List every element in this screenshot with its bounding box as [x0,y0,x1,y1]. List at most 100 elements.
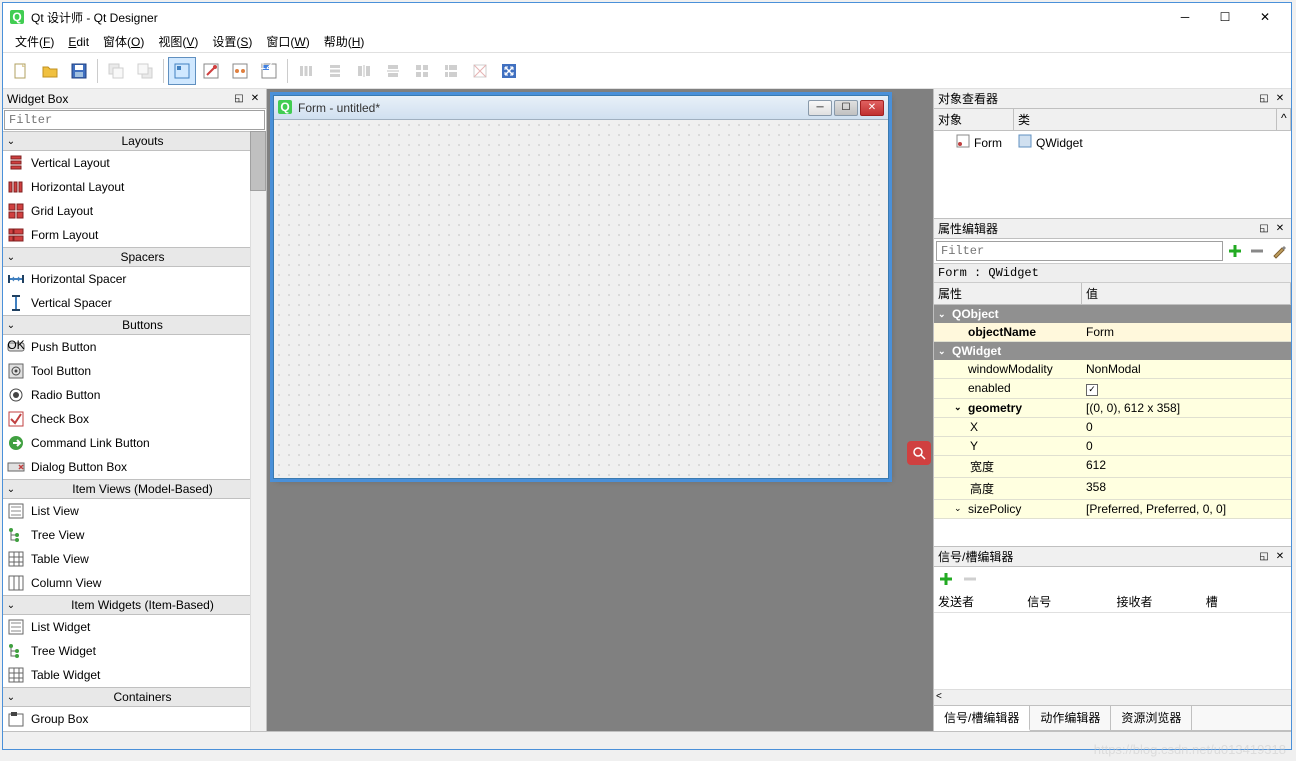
form-minimize-button[interactable]: ─ [808,100,832,116]
widget-column-view[interactable]: Column View [3,571,266,595]
widget-dialog-button-box[interactable]: Dialog Button Box [3,455,266,479]
layout-vertical-splitter-button[interactable] [379,57,407,85]
adjust-size-button[interactable] [495,57,523,85]
chevron-down-icon: ⌄ [3,484,19,495]
object-tree[interactable]: 对象 类 ^ Form QWidget [934,109,1291,218]
widget-tool-button[interactable]: Tool Button [3,359,266,383]
property-group-QWidget[interactable]: ⌄QWidget [934,342,1291,360]
form-window[interactable]: Q Form - untitled* ─ ☐ ✕ [273,95,889,479]
widget-table-view[interactable]: Table View [3,547,266,571]
widget-horizontal-layout[interactable]: Horizontal Layout [3,175,266,199]
dock-close-button[interactable]: ✕ [1273,222,1287,236]
menu-设置[interactable]: 设置(S) [206,31,258,52]
widget-vertical-spacer[interactable]: Vertical Spacer [3,291,266,315]
signal-hscroll[interactable]: < [934,689,1291,705]
close-button[interactable]: ✕ [1245,5,1285,29]
category-layouts[interactable]: ⌄Layouts [3,131,266,151]
widget-push-button[interactable]: OKPush Button [3,335,266,359]
signal-list[interactable] [934,613,1291,689]
menu-文件[interactable]: 文件(F) [9,31,60,52]
minimize-button[interactable]: ─ [1165,5,1205,29]
dock-float-button[interactable]: ◱ [1257,222,1271,236]
widget-list-widget[interactable]: List Widget [3,615,266,639]
column-view-icon [7,574,25,592]
widget-command-link-button[interactable]: Command Link Button [3,431,266,455]
widget-tree-widget[interactable]: Tree Widget [3,639,266,663]
property-sizePolicy[interactable]: ⌄sizePolicy[Preferred, Preferred, 0, 0] [934,500,1291,519]
dock-float-button[interactable]: ◱ [232,92,246,106]
property-enabled[interactable]: enabled✓ [934,379,1291,399]
object-tree-row[interactable]: Form QWidget [934,131,1291,154]
list-widget-icon [7,618,25,636]
widget-tree[interactable]: ⌄LayoutsVertical LayoutHorizontal Layout… [3,131,266,731]
dock-close-button[interactable]: ✕ [248,92,262,106]
edit-widgets-button[interactable] [168,57,196,85]
menu-Edit[interactable]: Edit [62,33,95,51]
property-table[interactable]: 属性 值 ⌄QObjectobjectNameForm⌄QWidgetwindo… [934,283,1291,546]
bring-front-button[interactable] [131,57,159,85]
form-canvas[interactable] [274,120,888,478]
dock-float-button[interactable]: ◱ [1257,550,1271,564]
widget-group-box[interactable]: Group Box [3,707,266,731]
menu-窗体[interactable]: 窗体(O) [97,31,150,52]
layout-grid-button[interactable] [408,57,436,85]
remove-property-button[interactable] [1247,241,1267,261]
property-group-QObject[interactable]: ⌄QObject [934,305,1291,323]
break-layout-button[interactable] [466,57,494,85]
send-back-button[interactable] [102,57,130,85]
property-geometry-Y[interactable]: Y0 [934,437,1291,456]
form-close-button[interactable]: ✕ [860,100,884,116]
tab-资源浏览器[interactable]: 资源浏览器 [1111,706,1192,730]
property-geometry-宽度[interactable]: 宽度612 [934,456,1291,478]
category-spacers[interactable]: ⌄Spacers [3,247,266,267]
dock-close-button[interactable]: ✕ [1273,550,1287,564]
widget-grid-layout[interactable]: Grid Layout [3,199,266,223]
property-geometry-X[interactable]: X0 [934,418,1291,437]
property-settings-button[interactable] [1269,241,1289,261]
search-icon[interactable] [907,441,931,465]
dock-close-button[interactable]: ✕ [1273,92,1287,106]
property-geometry[interactable]: ⌄geometry[(0, 0), 612 x 358] [934,399,1291,418]
tree-view-icon [7,526,25,544]
widget-tree-scrollbar[interactable] [250,131,266,731]
layout-horizontal-splitter-button[interactable] [350,57,378,85]
save-file-button[interactable] [65,57,93,85]
property-filter-input[interactable] [936,241,1223,261]
widget-horizontal-spacer[interactable]: Horizontal Spacer [3,267,266,291]
new-file-button[interactable] [7,57,35,85]
menu-窗口[interactable]: 窗口(W) [260,31,315,52]
menu-视图[interactable]: 视图(V) [152,31,204,52]
layout-form-button[interactable] [437,57,465,85]
category-containers[interactable]: ⌄Containers [3,687,266,707]
maximize-button[interactable]: ☐ [1205,5,1245,29]
edit-buddies-button[interactable] [226,57,254,85]
tab-动作编辑器[interactable]: 动作编辑器 [1030,706,1111,730]
edit-signals-button[interactable] [197,57,225,85]
add-signal-button[interactable] [936,569,956,589]
edit-tab-order-button[interactable]: 12 [255,57,283,85]
category-buttons[interactable]: ⌄Buttons [3,315,266,335]
widget-tree-view[interactable]: Tree View [3,523,266,547]
open-file-button[interactable] [36,57,64,85]
layout-horizontal-button[interactable] [292,57,320,85]
dock-float-button[interactable]: ◱ [1257,92,1271,106]
category-item-widgets-item-based-[interactable]: ⌄Item Widgets (Item-Based) [3,595,266,615]
add-property-button[interactable] [1225,241,1245,261]
widget-box-filter[interactable] [4,110,265,130]
category-item-views-model-based-[interactable]: ⌄Item Views (Model-Based) [3,479,266,499]
property-geometry-高度[interactable]: 高度358 [934,478,1291,500]
widget-list-view[interactable]: List View [3,499,266,523]
property-objectName[interactable]: objectNameForm [934,323,1291,342]
widget-check-box[interactable]: Check Box [3,407,266,431]
property-windowModality[interactable]: windowModalityNonModal [934,360,1291,379]
widget-form-layout[interactable]: Form Layout [3,223,266,247]
widget-vertical-layout[interactable]: Vertical Layout [3,151,266,175]
remove-signal-button[interactable] [960,569,980,589]
form-maximize-button[interactable]: ☐ [834,100,858,116]
widget-radio-button[interactable]: Radio Button [3,383,266,407]
layout-vertical-button[interactable] [321,57,349,85]
widget-table-widget[interactable]: Table Widget [3,663,266,687]
design-area[interactable]: Q Form - untitled* ─ ☐ ✕ [267,89,933,731]
tab-信号/槽编辑器[interactable]: 信号/槽编辑器 [934,706,1030,731]
menu-帮助[interactable]: 帮助(H) [318,31,371,52]
